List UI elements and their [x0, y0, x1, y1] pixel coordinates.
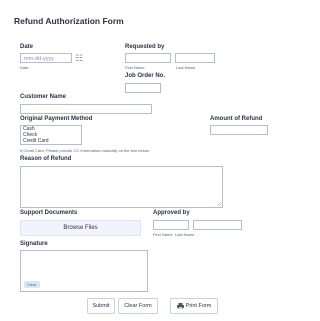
signature-label: Signature: [20, 241, 48, 247]
browse-files-button[interactable]: Browse Files: [20, 220, 141, 236]
submit-button[interactable]: Submit: [87, 298, 115, 314]
signature-pad[interactable]: Clear: [20, 250, 148, 292]
approved-by-last-name-input[interactable]: [193, 220, 242, 230]
date-sublabel: Date: [20, 65, 29, 70]
reason-label: Reason of Refund: [20, 156, 72, 162]
signature-clear-button[interactable]: Clear: [24, 281, 40, 288]
print-form-button[interactable]: Print Form: [170, 298, 218, 314]
requested-by-label: Requested by: [125, 44, 165, 50]
reason-textarea[interactable]: [20, 166, 223, 208]
amount-of-refund-input[interactable]: [210, 125, 268, 135]
printer-icon: [176, 303, 184, 309]
customer-name-label: Customer Name: [20, 94, 67, 100]
date-input[interactable]: mm-dd-yyyy: [20, 53, 72, 63]
date-placeholder: mm-dd-yyyy: [24, 56, 54, 62]
customer-name-input[interactable]: [20, 104, 152, 114]
requested-by-last-name-sublabel: Last Name: [176, 65, 196, 70]
job-order-input[interactable]: [125, 83, 161, 93]
payment-method-note: If Credit Card, Please provide CC inform…: [20, 148, 150, 153]
date-label: Date: [20, 44, 34, 50]
clear-form-button[interactable]: Clear Form: [118, 298, 158, 314]
requested-by-first-name-sublabel: First Name: [125, 65, 145, 70]
payment-option-credit-card[interactable]: Credit Card: [23, 138, 79, 145]
requested-by-first-name-input[interactable]: [125, 53, 171, 63]
calendar-icon[interactable]: ☷: [75, 54, 83, 63]
job-order-label: Job Order No.: [125, 73, 166, 79]
form-title: Refund Authorization Form: [14, 16, 124, 26]
approved-by-last-name-sublabel: Last Name: [175, 232, 195, 237]
payment-method-listbox[interactable]: Cash Check Credit Card: [20, 125, 82, 145]
requested-by-last-name-input[interactable]: [175, 53, 215, 63]
print-form-label: Print Form: [185, 303, 212, 309]
approved-by-first-name-sublabel: First Name: [153, 232, 173, 237]
approved-by-label: Approved by: [153, 210, 190, 216]
support-documents-label: Support Documents: [20, 210, 78, 216]
payment-method-label: Original Payment Method: [20, 116, 93, 122]
approved-by-first-name-input[interactable]: [153, 220, 189, 230]
amount-of-refund-label: Amount of Refund: [210, 116, 263, 122]
resize-handle-icon[interactable]: [217, 202, 221, 206]
